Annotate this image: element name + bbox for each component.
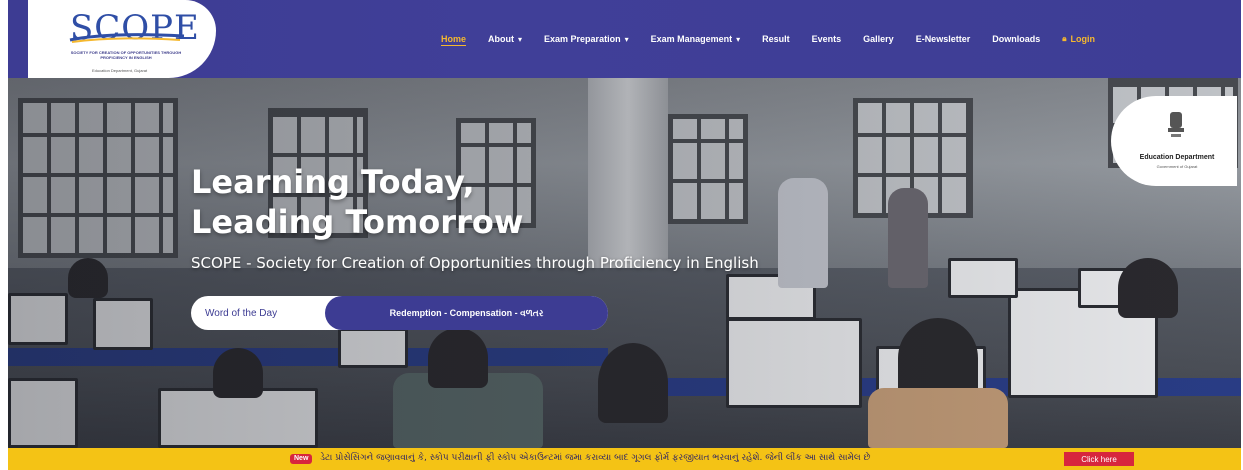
ticker-message: ડેટા પ્રોસેસિંગને જણાવવાનું કે, સ્કોપ પર… — [320, 453, 871, 463]
nav-exam-management[interactable]: Exam Management ▾ — [651, 34, 741, 44]
hero-title-line1: Learning Today, — [191, 163, 475, 201]
hero-banner: Learning Today, Leading Tomorrow SCOPE -… — [8, 78, 1241, 448]
login-link[interactable]: 🔒︎ Login — [1062, 34, 1095, 44]
hero-subtitle: SCOPE - Society for Creation of Opportun… — [191, 254, 759, 272]
nav-downloads[interactable]: Downloads — [992, 34, 1040, 44]
nav-result-label: Result — [762, 34, 790, 44]
nav-e-newsletter[interactable]: E-Newsletter — [916, 34, 971, 44]
logo-swoosh-icon — [69, 33, 185, 43]
education-department-badge: Education Department Government of Gujar… — [1111, 96, 1237, 186]
word-of-the-day: Word of the Day Redemption - Compensatio… — [191, 296, 608, 330]
login-label: Login — [1070, 34, 1096, 44]
logo-container[interactable]: SCOPE SOCIETY FOR CREATION OF OPPORTUNIT… — [28, 0, 216, 78]
nav-home[interactable]: Home — [441, 34, 466, 44]
nav-events[interactable]: Events — [812, 34, 842, 44]
chevron-down-icon: ▾ — [518, 34, 523, 44]
lock-icon: 🔒︎ — [1062, 34, 1067, 43]
nav-gallery[interactable]: Gallery — [863, 34, 894, 44]
logo-footer: Education Department, Gujarat — [92, 68, 148, 73]
nav-exam-preparation-label: Exam Preparation — [544, 34, 621, 44]
news-ticker: New ડેટા પ્રોસેસિંગને જણાવવાનું કે, સ્કો… — [8, 448, 1241, 470]
word-of-the-day-label: Word of the Day — [205, 307, 278, 319]
nav-exam-management-label: Exam Management — [650, 34, 733, 44]
nav-about[interactable]: About ▾ — [488, 34, 522, 44]
nav-events-label: Events — [811, 34, 842, 44]
nav-home-label: Home — [441, 34, 467, 44]
nav-about-label: About — [488, 34, 515, 44]
national-emblem-icon — [1168, 112, 1184, 137]
chevron-down-icon: ▾ — [736, 34, 741, 44]
education-department-name: Education Department — [1139, 154, 1215, 161]
site-header: SCOPE SOCIETY FOR CREATION OF OPPORTUNIT… — [8, 0, 1241, 78]
hero-title-line2: Leading Tomorrow — [191, 203, 524, 241]
new-badge: New — [290, 454, 313, 464]
logo-subtitle: SOCIETY FOR CREATION OF OPPORTUNITIES TH… — [70, 50, 182, 60]
click-here-button[interactable]: Click here — [1064, 452, 1134, 466]
main-nav: Home About ▾ Exam Preparation ▾ Exam Man… — [441, 32, 1095, 46]
nav-exam-preparation[interactable]: Exam Preparation ▾ — [544, 34, 629, 44]
word-of-the-day-value: Redemption - Compensation - વળતર — [325, 296, 608, 330]
nav-e-newsletter-label: E-Newsletter — [915, 34, 971, 44]
nav-gallery-label: Gallery — [863, 34, 894, 44]
chevron-down-icon: ▾ — [624, 34, 629, 44]
nav-downloads-label: Downloads — [992, 34, 1041, 44]
hero-title: Learning Today, Leading Tomorrow — [191, 162, 523, 242]
nav-result[interactable]: Result — [762, 34, 790, 44]
education-department-sub: Government of Gujarat — [1156, 164, 1198, 169]
